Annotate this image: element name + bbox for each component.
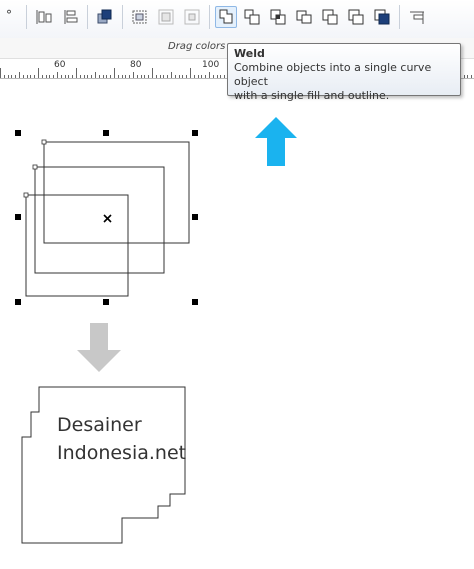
- group-front-icon: [97, 9, 112, 24]
- selection-handle-top-right[interactable]: [192, 130, 198, 136]
- break-curve-icon: [184, 9, 200, 25]
- rectangle-back[interactable]: [43, 141, 190, 244]
- align-objects-button[interactable]: [406, 6, 428, 28]
- front-minus-back-icon: [322, 9, 338, 25]
- back-minus-front-icon: [348, 9, 364, 25]
- combine-button[interactable]: [129, 6, 151, 28]
- weld-button[interactable]: [215, 6, 237, 28]
- break-apart-icon: [158, 9, 174, 25]
- selection-handle-bottom[interactable]: [103, 299, 109, 305]
- boundary-button[interactable]: [371, 6, 393, 28]
- front-minus-back-button[interactable]: [319, 6, 341, 28]
- ruler-label-60: 60: [54, 60, 66, 70]
- trim-icon: [244, 9, 260, 25]
- simplify-button[interactable]: [293, 6, 315, 28]
- combine-icon: [132, 10, 147, 24]
- toolbar-separator: [209, 5, 210, 29]
- intersect-icon: [270, 9, 286, 25]
- selection-handle-bottom-right[interactable]: [192, 299, 198, 305]
- selection-handle-top[interactable]: [103, 130, 109, 136]
- break-curve-button[interactable]: [181, 6, 203, 28]
- trim-button[interactable]: [241, 6, 263, 28]
- drawing-canvas[interactable]: [0, 80, 474, 569]
- weld-icon: [219, 9, 233, 24]
- selection-handle-left[interactable]: [15, 214, 21, 220]
- node-handle[interactable]: [41, 139, 47, 145]
- align-left-icon: [36, 10, 52, 24]
- align-tree-button[interactable]: [59, 6, 81, 28]
- welded-shape[interactable]: [21, 386, 186, 544]
- node-handle[interactable]: [23, 192, 29, 198]
- intersect-button[interactable]: [267, 6, 289, 28]
- toolbar-separator: [399, 5, 400, 29]
- selection-handle-bottom-left[interactable]: [15, 299, 21, 305]
- toolbar-separator: [87, 5, 88, 29]
- selection-handle-right[interactable]: [192, 214, 198, 220]
- tooltip-description-line1: Combine objects into a single curve obje…: [234, 61, 432, 88]
- weld-tooltip: Weld Combine objects into a single curve…: [227, 43, 461, 102]
- align-objects-icon: [410, 11, 424, 24]
- rectangle-front[interactable]: [25, 194, 129, 297]
- property-toolbar: °: [0, 0, 474, 39]
- align-left-button[interactable]: [33, 6, 55, 28]
- boundary-icon: [374, 9, 390, 25]
- node-handle[interactable]: [32, 164, 38, 170]
- arrow-up-icon: [255, 117, 297, 166]
- arrow-down-icon: [77, 323, 121, 372]
- degree-label: °: [6, 8, 12, 22]
- result-text-line2: Indonesia.net: [57, 442, 187, 464]
- tooltip-title: Weld: [234, 47, 265, 60]
- selection-handle-top-left[interactable]: [15, 130, 21, 136]
- toolbar-separator: [26, 5, 27, 29]
- ruler-label-100: 100: [202, 60, 220, 70]
- result-text-line1: Desainer: [57, 414, 142, 436]
- break-apart-button[interactable]: [155, 6, 177, 28]
- center-cross-icon: [103, 214, 112, 223]
- rectangle-middle[interactable]: [34, 166, 165, 274]
- corel-draw-window: ° Drag colors 60 80 100 Desainer Indones…: [0, 0, 474, 569]
- drag-colors-hint: Drag colors: [168, 41, 226, 52]
- group-front-button[interactable]: [94, 6, 116, 28]
- back-minus-front-button[interactable]: [345, 6, 367, 28]
- toolbar-separator: [122, 5, 123, 29]
- align-tree-icon: [64, 10, 78, 24]
- simplify-icon: [296, 10, 312, 24]
- ruler-label-80: 80: [130, 60, 142, 70]
- tooltip-description-line2: with a single fill and outline.: [234, 89, 390, 102]
